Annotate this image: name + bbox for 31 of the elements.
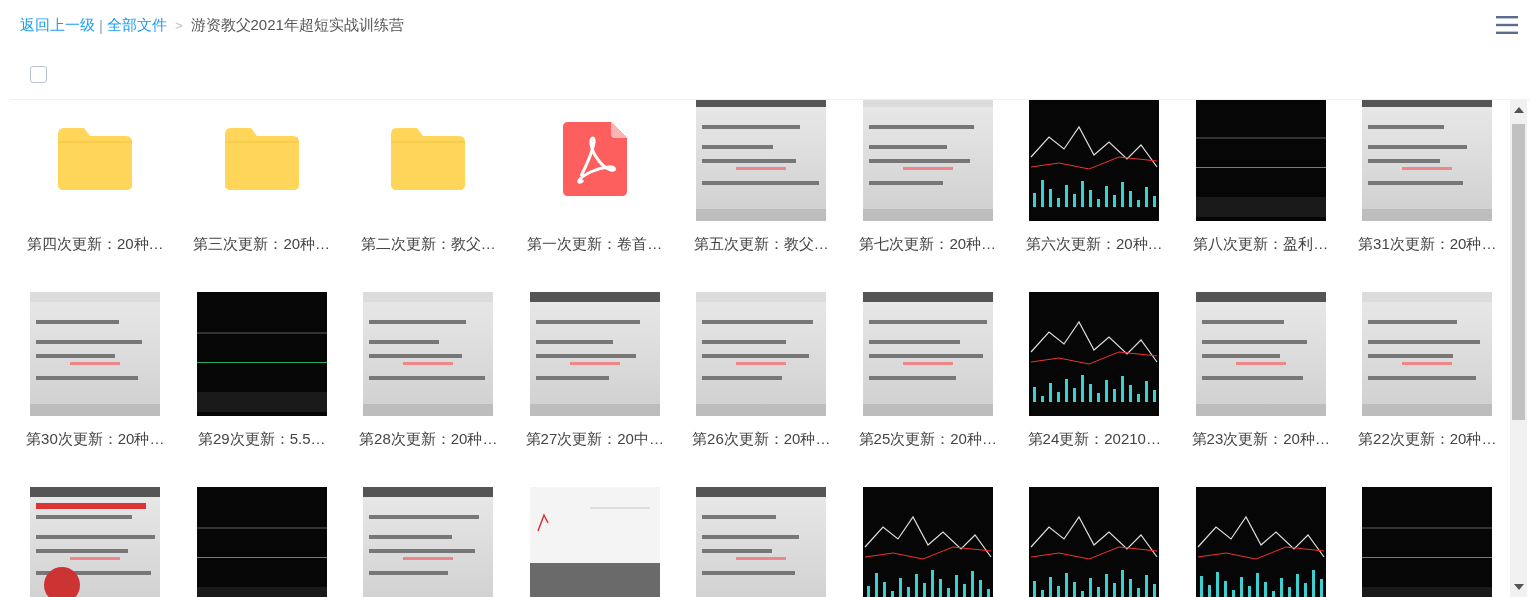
scroll-down-icon[interactable]: [1513, 584, 1524, 590]
menu-icon[interactable]: [1496, 16, 1518, 34]
file-name[interactable]: 第31次更新：20种…: [1358, 234, 1497, 254]
file-name[interactable]: 第25次更新：20种…: [858, 429, 997, 449]
folder-icon[interactable]: [58, 128, 133, 190]
file-name[interactable]: 第一次更新：卷首…: [527, 234, 663, 254]
folder-icon[interactable]: [224, 128, 299, 190]
file-name[interactable]: 第30次更新：20种…: [26, 429, 165, 449]
scroll-thumb[interactable]: [1512, 124, 1525, 420]
scrollbar[interactable]: [1510, 100, 1527, 597]
breadcrumb-divider: |: [99, 16, 103, 34]
file-name[interactable]: 第五次更新：教父…: [693, 234, 829, 254]
file-name[interactable]: 第六次更新：20种…: [1025, 234, 1163, 254]
file-name[interactable]: 第29次更新：5.5…: [197, 429, 326, 449]
file-name[interactable]: 第27次更新：20中…: [525, 429, 664, 449]
breadcrumb-arrow: >: [174, 17, 183, 33]
folder-icon[interactable]: [391, 128, 466, 190]
breadcrumb-current: 游资教父2021年超短实战训练营: [190, 15, 404, 35]
file-name[interactable]: 第28次更新：20种…: [359, 429, 498, 449]
file-name[interactable]: 第七次更新：20种…: [859, 234, 997, 254]
select-all-checkbox[interactable]: [30, 66, 47, 83]
file-name[interactable]: 第22次更新：20种…: [1358, 429, 1497, 449]
file-name[interactable]: 第三次更新：20种…: [193, 234, 331, 254]
file-name[interactable]: 第26次更新：20种…: [692, 429, 831, 449]
file-name[interactable]: 第八次更新：盈利…: [1193, 234, 1329, 254]
file-name[interactable]: 第23次更新：20种…: [1191, 429, 1330, 449]
file-name[interactable]: 第二次更新：教父…: [360, 234, 496, 254]
scroll-up-icon[interactable]: [1513, 107, 1524, 113]
file-name[interactable]: 第24更新：20210…: [1027, 429, 1161, 449]
pdf-file-icon[interactable]: [562, 122, 627, 196]
file-name[interactable]: 第四次更新：20种…: [26, 234, 164, 254]
